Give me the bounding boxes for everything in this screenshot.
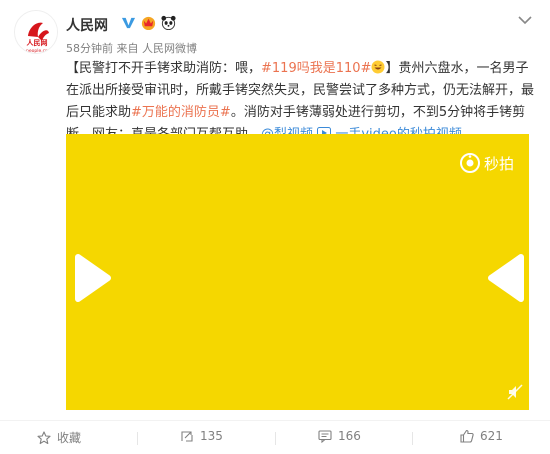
verified-icon xyxy=(121,17,136,29)
favorite-button[interactable]: 收藏 xyxy=(37,429,81,446)
miaopai-logo-icon xyxy=(459,153,480,173)
laugh-emoji-icon xyxy=(371,60,385,74)
miaopai-logo: 秒拍 xyxy=(459,152,514,174)
divider xyxy=(275,432,276,445)
divider xyxy=(412,432,413,445)
crown-badge-icon[interactable] xyxy=(140,14,157,31)
avatar-text: 人民网 xyxy=(27,38,48,47)
like-icon xyxy=(460,429,474,443)
like-count: 621 xyxy=(480,429,503,443)
avatar-sub: people.cn xyxy=(26,48,48,54)
forward-count: 135 xyxy=(200,429,223,443)
avatar[interactable]: 人民网 people.cn xyxy=(14,10,58,54)
star-icon xyxy=(37,430,51,444)
topic-link-firefighter[interactable]: #万能的消防员# xyxy=(131,105,231,120)
post-source[interactable]: 人民网微博 xyxy=(142,42,197,55)
play-icon-mirror[interactable] xyxy=(485,253,529,303)
favorite-label: 收藏 xyxy=(57,431,82,445)
video-player[interactable]: 秒拍 xyxy=(66,134,529,410)
post-meta: 58分钟前 来自 人民网微博 xyxy=(66,40,197,56)
forward-icon xyxy=(181,431,193,442)
post-text-part1: 【民警打不开手铐求助消防：喂， xyxy=(66,61,262,76)
topic-link-119[interactable]: #119吗我是110# xyxy=(261,61,371,76)
play-icon[interactable] xyxy=(66,253,114,303)
miaopai-logo-text: 秒拍 xyxy=(483,154,514,173)
comment-button[interactable]: 166 xyxy=(318,429,361,443)
like-button[interactable]: 621 xyxy=(460,429,503,443)
author-name[interactable]: 人民网 xyxy=(66,15,108,35)
forward-button[interactable]: 135 xyxy=(180,429,223,443)
post-text: 【民警打不开手铐求助消防：喂，#119吗我是110# 】贵州六盘水，一名男子在派出… xyxy=(66,58,536,146)
weibo-post-card: 人民网 people.cn 人民网 58分钟前 来自 人民网微博 【民警打不开手… xyxy=(0,0,550,454)
action-bar: 收藏 135 166 621 xyxy=(0,420,550,454)
comment-icon xyxy=(318,430,332,443)
chevron-down-icon[interactable] xyxy=(517,14,533,26)
mute-icon[interactable] xyxy=(507,384,523,400)
divider xyxy=(137,432,138,445)
post-time[interactable]: 58分钟前 xyxy=(66,42,113,55)
source-prefix: 来自 xyxy=(116,42,139,55)
people-logo-icon: 人民网 people.cn xyxy=(15,11,57,54)
comment-count: 166 xyxy=(338,429,361,443)
panda-badge-icon[interactable] xyxy=(160,14,177,31)
